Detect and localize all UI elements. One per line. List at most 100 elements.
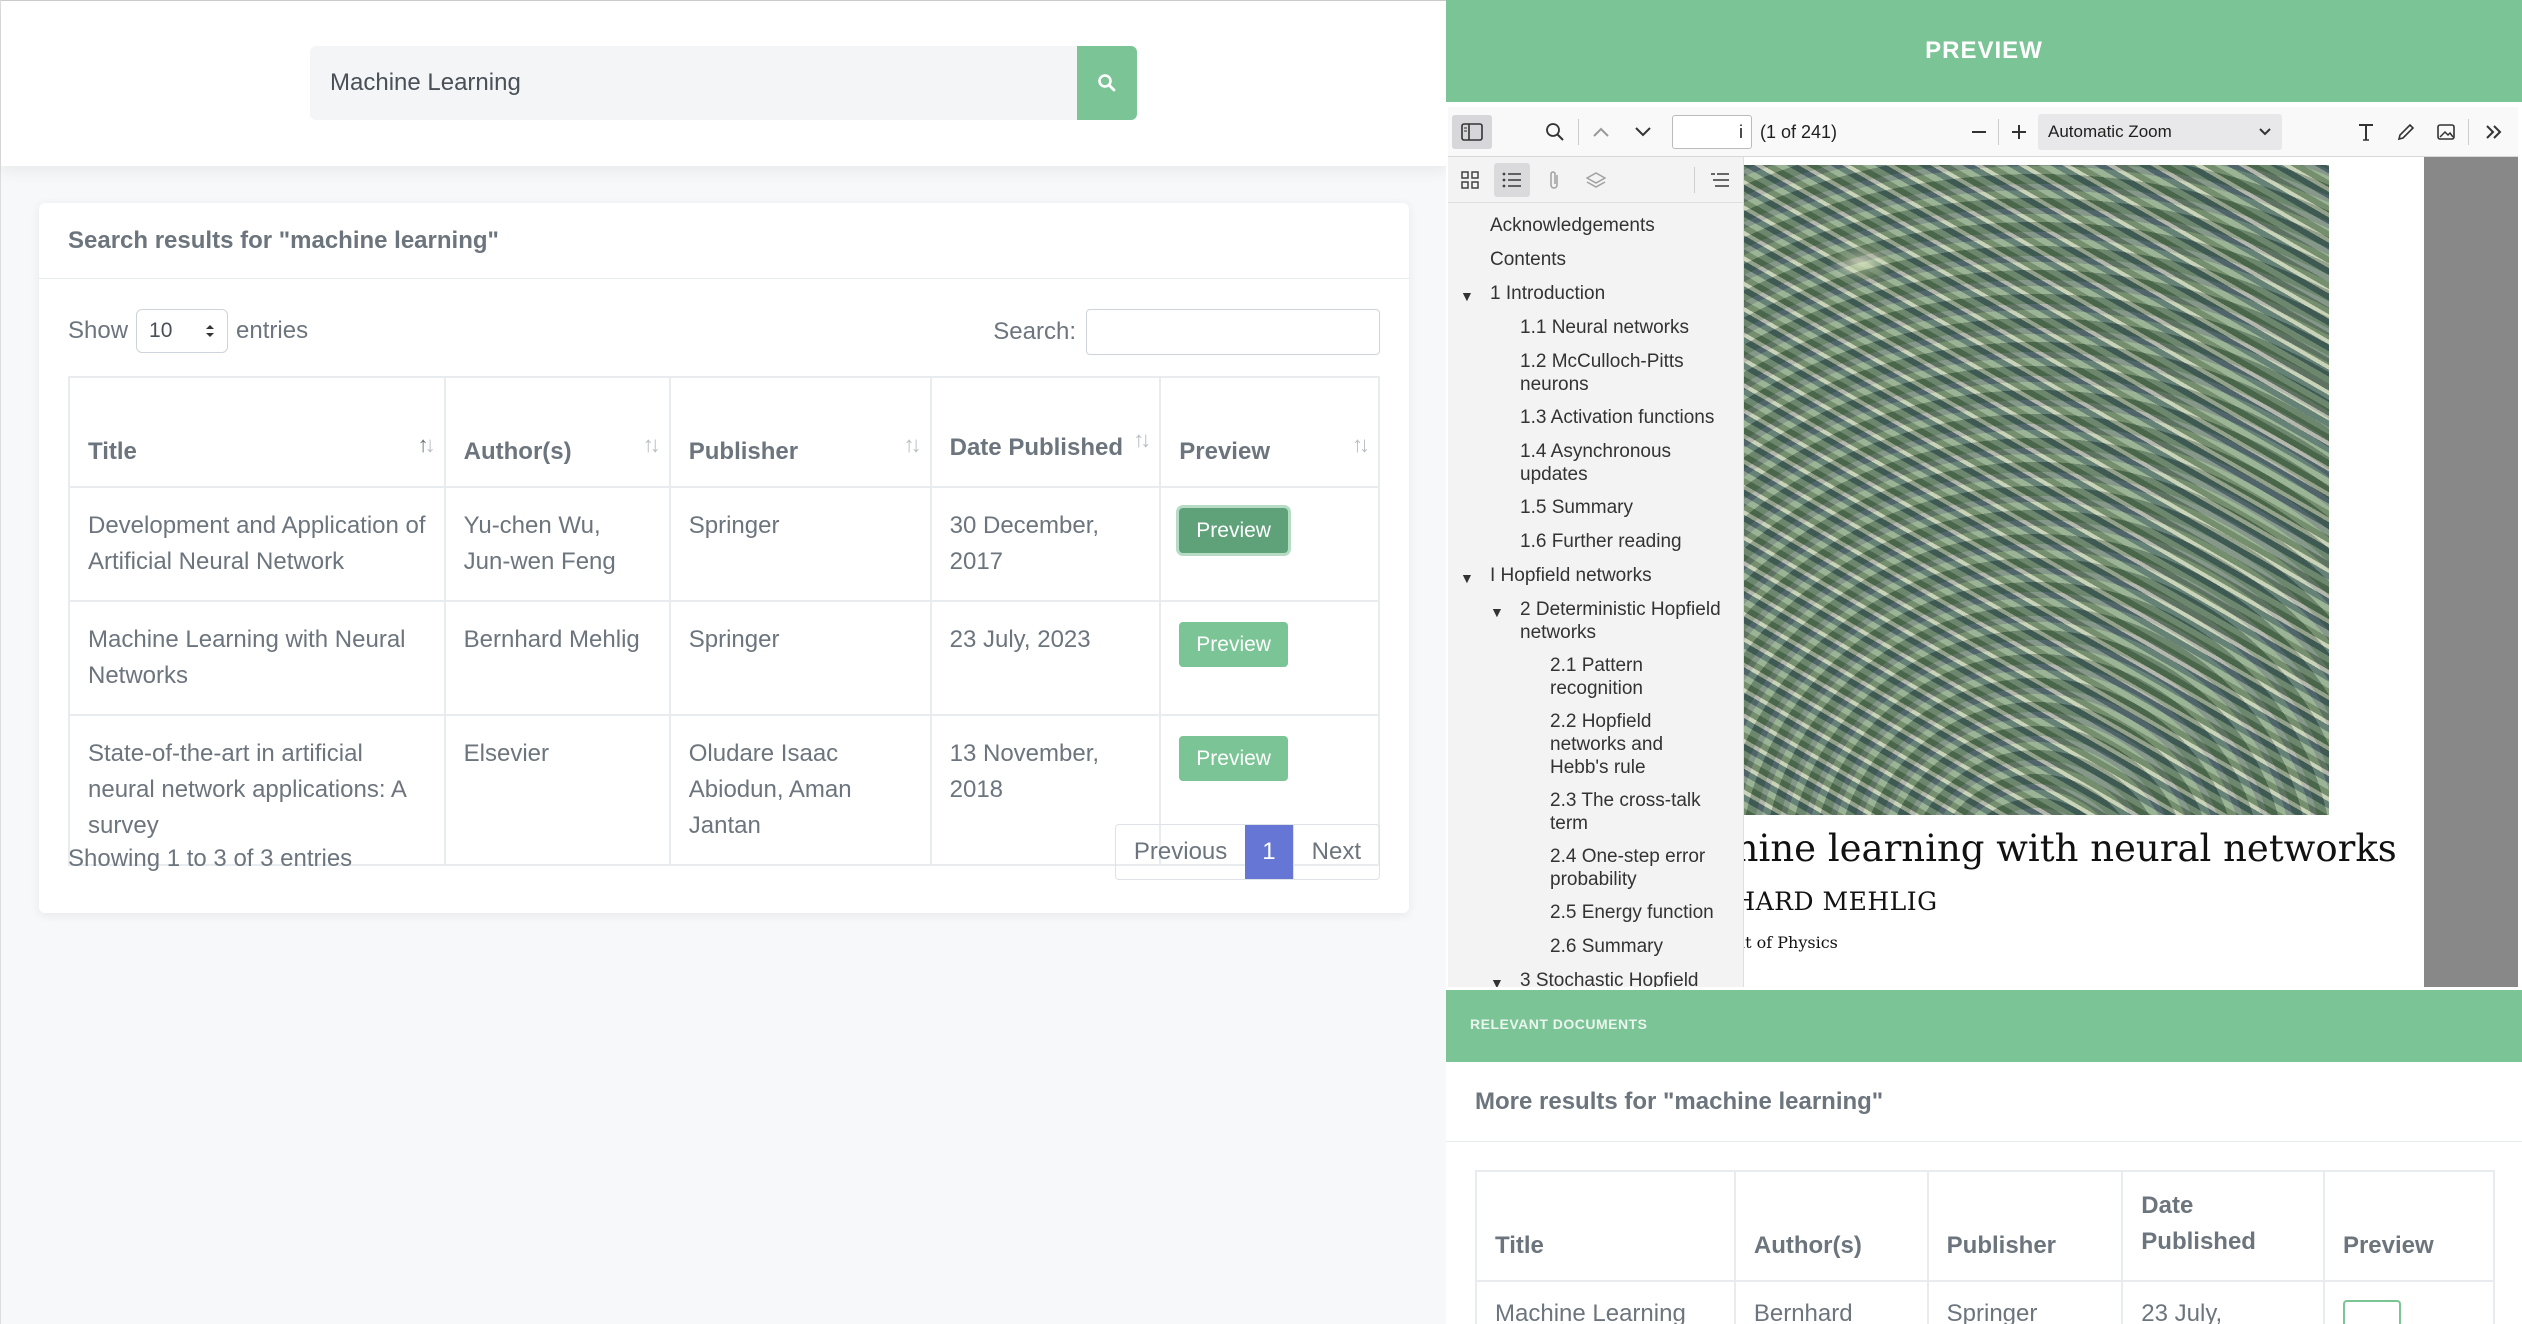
table-search-label: Search: — [993, 318, 1076, 345]
cell-date: 23 July, 2023 — [929, 600, 1162, 716]
zoom-select[interactable]: Automatic Zoom — [2038, 114, 2282, 150]
outline-item[interactable]: 2.3 The cross-talk — [1550, 790, 1701, 812]
cover-image — [1744, 165, 2329, 815]
outline-item[interactable]: I Hopfield networks — [1490, 565, 1652, 587]
preview-heading: PREVIEW — [1446, 0, 2522, 102]
find-button[interactable] — [1538, 115, 1572, 149]
next-page-button[interactable] — [1626, 115, 1660, 149]
outline-item[interactable]: 2.1 Pattern — [1550, 655, 1643, 677]
cell-publisher: Springer — [668, 600, 932, 716]
search-button[interactable] — [1077, 46, 1137, 120]
table-filter: Search: — [993, 309, 1380, 355]
col-authors[interactable]: Author(s) ↑↓ — [443, 376, 671, 488]
previous-button[interactable]: Previous — [1116, 825, 1245, 879]
previous-page-button[interactable] — [1584, 115, 1618, 149]
col-date[interactable]: Date Published ↑↓ — [929, 376, 1162, 488]
pencil-icon — [2397, 123, 2415, 141]
pdf-page-view[interactable]: Machine learning with neural networks BE… — [1744, 157, 2518, 987]
cell-date: 30 December, 2017 — [929, 486, 1162, 602]
search-bar — [1, 1, 1447, 166]
outline-item-cont[interactable]: term — [1550, 813, 1588, 835]
relevant-documents-heading: RELEVANT DOCUMENTS — [1446, 990, 2522, 1062]
outline-item[interactable]: 1 Introduction — [1490, 283, 1605, 305]
text-tool-button[interactable] — [2350, 115, 2382, 149]
attachments-button[interactable] — [1536, 163, 1572, 197]
page-number-input[interactable]: i — [1672, 115, 1752, 149]
caret-down-icon[interactable]: ▼ — [1490, 972, 1504, 987]
sort-icon: ↑↓ — [417, 432, 436, 457]
thumbnails-button[interactable] — [1452, 163, 1488, 197]
table-row: Machine Learning with Bernhard Springer … — [1475, 1280, 2496, 1324]
outline-item[interactable]: 2.5 Energy function — [1550, 902, 1714, 924]
more-results-header: More results for "machine learning" — [1446, 1062, 2522, 1142]
outline-item[interactable]: 1.4 Asynchronous — [1520, 441, 1671, 463]
caret-down-icon[interactable]: ▼ — [1490, 601, 1504, 623]
cell-title: Machine Learning with — [1475, 1280, 1736, 1324]
outline-item[interactable]: 1.2 McCulloch-Pitts — [1520, 351, 1684, 373]
outline-item[interactable]: Contents — [1490, 249, 1566, 271]
col-title[interactable]: Title ↑↓ — [68, 376, 446, 488]
outline-item[interactable]: 2.2 Hopfield — [1550, 711, 1651, 733]
outline-item[interactable]: 1.6 Further reading — [1520, 531, 1682, 553]
image-tool-button[interactable] — [2430, 115, 2462, 149]
outline-item[interactable]: 2.6 Summary — [1550, 936, 1663, 958]
outline-item[interactable]: 2.4 One-step error — [1550, 846, 1705, 868]
outline-item-cont[interactable]: networks and — [1550, 734, 1663, 756]
results-card: Search results for "machine learning" Sh… — [39, 203, 1409, 913]
cell-preview: Preview — [1159, 486, 1380, 602]
col-authors[interactable]: Author(s) — [1733, 1170, 1929, 1282]
more-tools-button[interactable] — [2478, 115, 2510, 149]
zoom-in-button[interactable] — [2004, 115, 2034, 149]
sidebar-toggle-button[interactable] — [1452, 115, 1492, 149]
search-input[interactable] — [310, 46, 1077, 120]
outline-item[interactable]: 2 Deterministic Hopfield — [1520, 599, 1721, 621]
col-publisher[interactable]: Publisher ↑↓ — [668, 376, 932, 488]
chevron-down-icon — [2259, 128, 2271, 136]
outline-item[interactable]: Acknowledgements — [1490, 215, 1655, 237]
outline-item[interactable]: 1.3 Activation functions — [1520, 407, 1714, 429]
outline-item-cont[interactable]: networks — [1520, 622, 1596, 644]
col-preview[interactable]: Preview — [2322, 1170, 2496, 1282]
outline-item[interactable]: 1.1 Neural networks — [1520, 317, 1689, 339]
outline-item[interactable]: 1.5 Summary — [1520, 497, 1633, 519]
entries-label: entries — [236, 317, 309, 344]
outline-options-button[interactable] — [1702, 163, 1738, 197]
col-date[interactable]: Date Published — [2121, 1170, 2325, 1282]
zoom-out-button[interactable] — [1964, 115, 1994, 149]
preview-button[interactable]: Preview — [1179, 622, 1288, 667]
cell-title: State-of-the-art in artificial neural ne… — [68, 714, 446, 866]
caret-down-icon[interactable]: ▼ — [1460, 567, 1474, 589]
paperclip-icon — [1550, 171, 1558, 189]
col-publisher[interactable]: Publisher — [1926, 1170, 2124, 1282]
preview-button[interactable] — [2342, 1300, 2401, 1324]
sidebar-tools — [1448, 157, 1743, 203]
book-title: Machine learning with neural networks — [1744, 827, 2397, 870]
outline-button[interactable] — [1494, 163, 1530, 197]
entries-value: 10 — [149, 319, 173, 342]
preview-button[interactable]: Preview — [1179, 508, 1288, 553]
col-preview[interactable]: Preview ↑↓ — [1159, 376, 1380, 488]
show-label: Show — [68, 317, 129, 344]
cell-publisher: Oludare Isaac Abiodun, Aman Jantan — [668, 714, 932, 866]
table-search-input[interactable] — [1086, 309, 1380, 355]
book-author: BERNHARD MEHLIG — [1744, 887, 1938, 916]
outline-item-cont[interactable]: Hebb's rule — [1550, 757, 1646, 779]
outline-item-cont[interactable]: recognition — [1550, 678, 1643, 700]
col-title[interactable]: Title — [1475, 1170, 1736, 1282]
preview-button[interactable]: Preview — [1179, 736, 1288, 781]
table-header-row: Title Author(s) Publisher Date Published… — [1475, 1170, 2496, 1282]
results-header: Search results for "machine learning" — [39, 203, 1409, 279]
cell-authors: Bernhard Mehlig — [443, 600, 671, 716]
cell-publisher: Springer — [668, 486, 932, 602]
cell-date: 23 July, — [2121, 1280, 2325, 1324]
entries-select[interactable]: 10 — [136, 309, 229, 353]
draw-tool-button[interactable] — [2390, 115, 2422, 149]
page-1-button[interactable]: 1 — [1245, 825, 1293, 879]
next-button[interactable]: Next — [1292, 825, 1379, 879]
layers-button[interactable] — [1578, 163, 1614, 197]
caret-down-icon[interactable]: ▼ — [1460, 285, 1474, 307]
outline-item-cont[interactable]: neurons — [1520, 374, 1589, 396]
outline-item[interactable]: 3 Stochastic Hopfield — [1520, 970, 1699, 987]
outline-item-cont[interactable]: updates — [1520, 464, 1588, 486]
outline-item-cont[interactable]: probability — [1550, 869, 1637, 891]
